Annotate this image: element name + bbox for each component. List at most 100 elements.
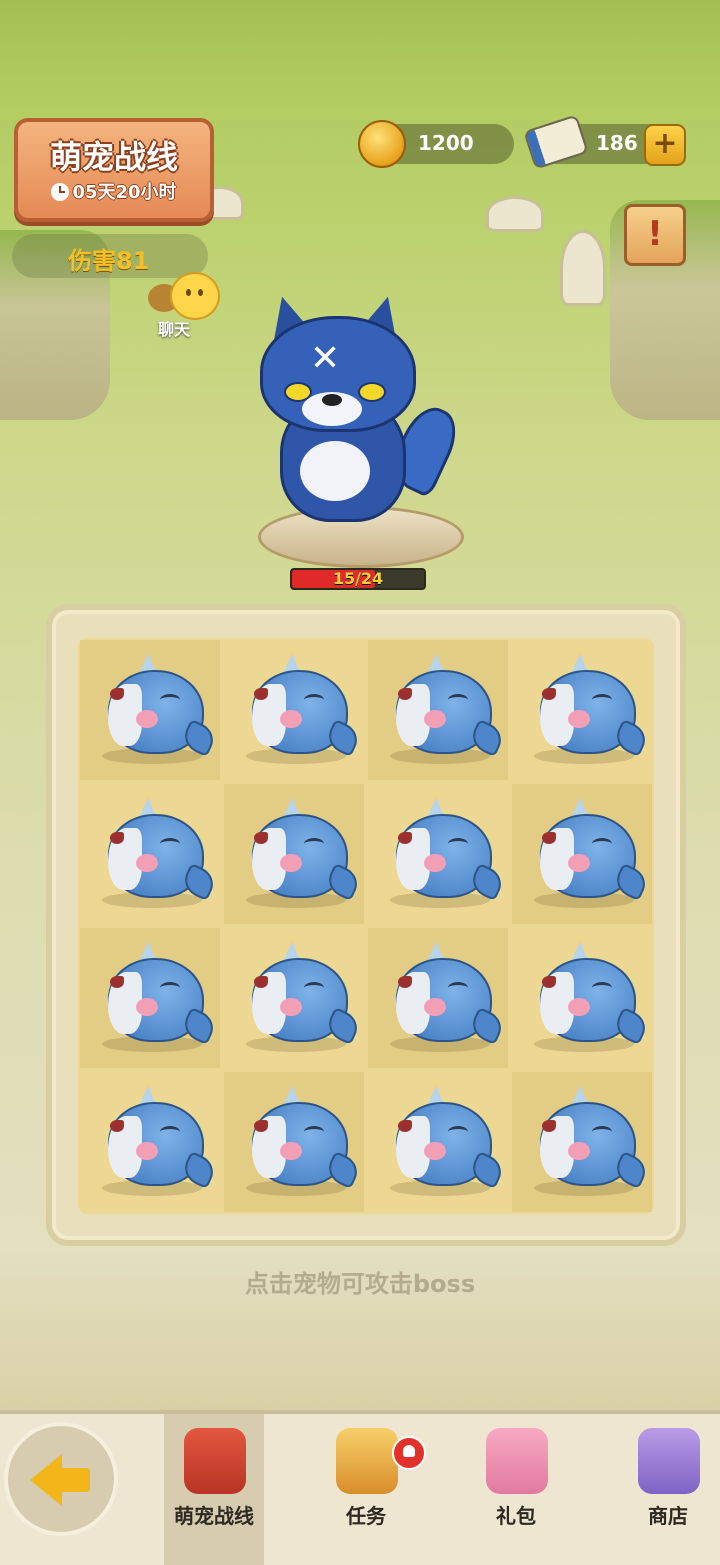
pet-cell[interactable] [80,784,220,924]
whale-mouth [398,976,412,988]
whale-eye [592,694,612,706]
wolf-chest [300,441,370,501]
pet-cell[interactable] [512,928,652,1068]
event-title: 萌宠战线 [49,138,178,176]
wolf-nose [322,394,342,406]
whale-cheek [136,710,158,728]
whale-cheek [280,854,302,872]
whale-mouth [398,688,412,700]
pet-cell[interactable] [224,1072,364,1212]
damage-label: 伤害81 [68,247,150,275]
pet-cell[interactable] [368,1072,508,1212]
whale-mouth [254,976,268,988]
whale-cheek [568,854,590,872]
whale-mouth [398,1120,412,1132]
whale-eye [592,982,612,994]
whale-eye [160,1126,180,1138]
bone-decoration [560,230,606,306]
whale-cheek [568,998,590,1016]
chat-face-icon [170,272,220,320]
chat-button[interactable]: 聊天 [148,272,228,339]
whale-cheek [424,998,446,1016]
whale-cheek [424,854,446,872]
gift-icon [486,1428,548,1494]
whale-cheek [280,710,302,728]
wolf-x-mark: ✕ [310,338,341,379]
whale-mouth [110,1120,124,1132]
top-grass-background [0,0,720,120]
pet-cell[interactable] [368,928,508,1068]
pet-cell[interactable] [80,1072,220,1212]
whale-mouth [254,1120,268,1132]
whale-cheek [424,710,446,728]
tab-label: 萌宠战线 [174,1504,254,1528]
whale-eye [304,838,324,850]
event-title-board: 萌宠战线 05天20小时 [14,118,214,222]
bone-decoration [486,196,544,232]
wolf-eye [358,382,386,402]
coin-icon [358,120,406,168]
pet-cell[interactable] [224,640,364,780]
whale-cheek [136,1142,158,1160]
whale-mouth [254,832,268,844]
pet-cell[interactable] [512,1072,652,1212]
boss-wolf[interactable]: ✕ [250,291,470,586]
whale-mouth [542,688,556,700]
pet-cell[interactable] [512,640,652,780]
whale-cheek [568,1142,590,1160]
whale-mouth [110,832,124,844]
pet-cell[interactable] [512,784,652,924]
tab-gift[interactable]: 礼包 [466,1414,566,1565]
back-button[interactable] [4,1422,118,1536]
tab-label: 商店 [648,1504,688,1528]
clock-icon [51,183,70,201]
whale-eye [304,694,324,706]
whale-cheek [568,710,590,728]
tab-label: 礼包 [496,1504,536,1528]
tab-shop[interactable]: 商店 [618,1414,718,1565]
scroll-counter: 186 + [523,114,686,170]
event-countdown: 05天20小时 [18,178,210,204]
countdown-text: 05天20小时 [72,182,177,203]
back-arrow-icon [30,1454,62,1506]
shop-icon [638,1428,700,1494]
scroll-value: 186 [596,131,638,155]
pet-cell[interactable] [224,784,364,924]
scroll-icon [523,114,589,170]
back-arrow-tail [60,1468,90,1492]
whale-eye [160,838,180,850]
whale-eye [160,982,180,994]
pet-cell[interactable] [368,640,508,780]
tab-label: 任务 [346,1504,386,1528]
boss-hp-text: 15/24 [332,569,384,588]
whale-mouth [110,976,124,988]
whale-eye [448,982,468,994]
whale-mouth [254,688,268,700]
whale-mouth [542,832,556,844]
whale-mouth [110,688,124,700]
tab-pet-battle[interactable]: 萌宠战线 [164,1414,264,1565]
task-icon [336,1428,398,1494]
whale-cheek [136,998,158,1016]
whale-cheek [136,854,158,872]
pet-cell[interactable] [80,928,220,1068]
tab-task[interactable]: 任务 [316,1414,426,1565]
whale-mouth [542,1120,556,1132]
whale-eye [448,838,468,850]
whale-eye [592,1126,612,1138]
pet-cell[interactable] [368,784,508,924]
add-scroll-button[interactable]: + [644,124,686,166]
whale-cheek [280,1142,302,1160]
whale-cheek [280,998,302,1016]
whale-eye [592,838,612,850]
chat-label: 聊天 [158,320,191,339]
coin-counter: 1200 [358,120,514,168]
pet-grid [78,638,654,1214]
whale-cheek [424,1142,446,1160]
notice-board-button[interactable]: ! [624,204,686,266]
bottom-nav: 萌宠战线 任务 礼包 商店 [0,1410,720,1565]
whale-eye [304,1126,324,1138]
pet-cell[interactable] [80,640,220,780]
whale-mouth [398,832,412,844]
pet-cell[interactable] [224,928,364,1068]
